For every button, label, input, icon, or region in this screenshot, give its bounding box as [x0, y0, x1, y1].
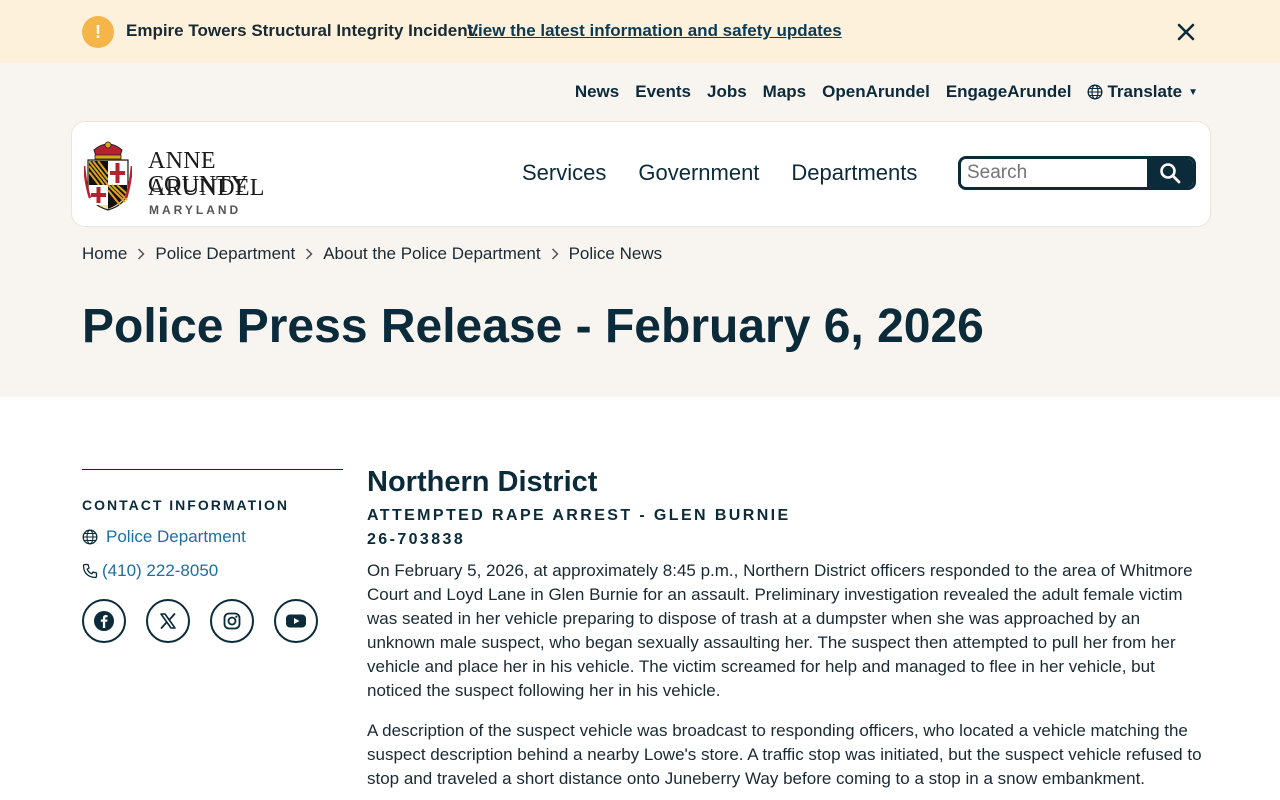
phone-icon [82, 563, 98, 579]
facebook-button[interactable] [82, 599, 126, 643]
article-district: Northern District [367, 466, 598, 498]
contact-website-label: Police Department [106, 527, 246, 546]
utility-nav-jobs[interactable]: Jobs [707, 82, 747, 102]
translate-dropdown[interactable]: Translate ▼ [1087, 82, 1198, 102]
article-paragraph: On February 5, 2026, at approximately 8:… [367, 561, 1193, 700]
globe-icon [82, 529, 98, 545]
contact-heading: CONTACT INFORMATION [82, 497, 290, 513]
nav-services[interactable]: Services [522, 160, 606, 186]
utility-nav: News Events Jobs Maps OpenArundel Engage… [575, 82, 1198, 102]
exclamation-icon: ! [82, 16, 114, 48]
logo-line-3: MARYLAND [149, 203, 242, 217]
chevron-right-icon [551, 248, 559, 260]
contact-phone-label: (410) 222-8050 [102, 561, 219, 580]
alert-title: Empire Towers Structural Integrity Incid… [126, 21, 479, 40]
contact-phone[interactable]: (410) 222-8050 [82, 561, 343, 581]
article-paragraph: A description of the suspect vehicle was… [367, 721, 1202, 788]
county-seal-icon [84, 141, 132, 211]
main-nav: Services Government Departments [522, 160, 917, 186]
translate-label: Translate [1107, 82, 1183, 101]
nav-departments[interactable]: Departments [791, 160, 917, 186]
social-links [82, 599, 343, 643]
facebook-icon [94, 611, 114, 631]
utility-nav-maps[interactable]: Maps [763, 82, 806, 102]
globe-icon [1087, 84, 1103, 100]
alert-link[interactable]: View the latest information and safety u… [467, 21, 842, 41]
utility-nav-news[interactable]: News [575, 82, 619, 102]
article: Northern District ATTEMPTED RAPE ARREST … [367, 466, 1202, 791]
utility-nav-openarundel[interactable]: OpenArundel [822, 82, 930, 102]
search-input[interactable] [961, 159, 1147, 187]
search-icon [1160, 163, 1181, 184]
main-header: ANNE ARUNDEL COUNTY MARYLAND Services Go… [71, 121, 1211, 227]
close-icon[interactable] [1172, 18, 1200, 46]
logo-line-2: COUNTY [148, 172, 248, 198]
article-headline: ATTEMPTED RAPE ARREST - GLEN BURNIE [367, 507, 791, 524]
county-logo[interactable]: ANNE ARUNDEL COUNTY MARYLAND [83, 134, 323, 217]
sidebar-divider [82, 469, 343, 470]
breadcrumb-about[interactable]: About the Police Department [323, 244, 540, 264]
sidebar: CONTACT INFORMATION Police Department (4… [82, 469, 343, 643]
breadcrumb: Home Police Department About the Police … [82, 244, 662, 264]
chevron-right-icon [305, 248, 313, 260]
x-button[interactable] [146, 599, 190, 643]
breadcrumb-police-department[interactable]: Police Department [155, 244, 295, 264]
utility-nav-engagearundel[interactable]: EngageArundel [946, 82, 1072, 102]
instagram-icon [223, 612, 241, 630]
header-band: News Events Jobs Maps OpenArundel Engage… [0, 63, 1280, 397]
alert-banner: ! Empire Towers Structural Integrity Inc… [0, 0, 1280, 63]
search-box [958, 156, 1196, 190]
search-button[interactable] [1147, 159, 1193, 187]
x-icon [160, 613, 176, 629]
instagram-button[interactable] [210, 599, 254, 643]
chevron-right-icon [137, 248, 145, 260]
breadcrumb-police-news[interactable]: Police News [569, 244, 663, 264]
youtube-button[interactable] [274, 599, 318, 643]
article-case-number: 26-703838 [367, 531, 466, 548]
page-title: Police Press Release - February 6, 2026 [82, 300, 984, 353]
breadcrumb-home[interactable]: Home [82, 244, 127, 264]
youtube-icon [286, 614, 306, 628]
caret-down-icon: ▼ [1188, 86, 1198, 98]
contact-website[interactable]: Police Department [82, 527, 343, 547]
nav-government[interactable]: Government [638, 160, 759, 186]
utility-nav-events[interactable]: Events [635, 82, 691, 102]
